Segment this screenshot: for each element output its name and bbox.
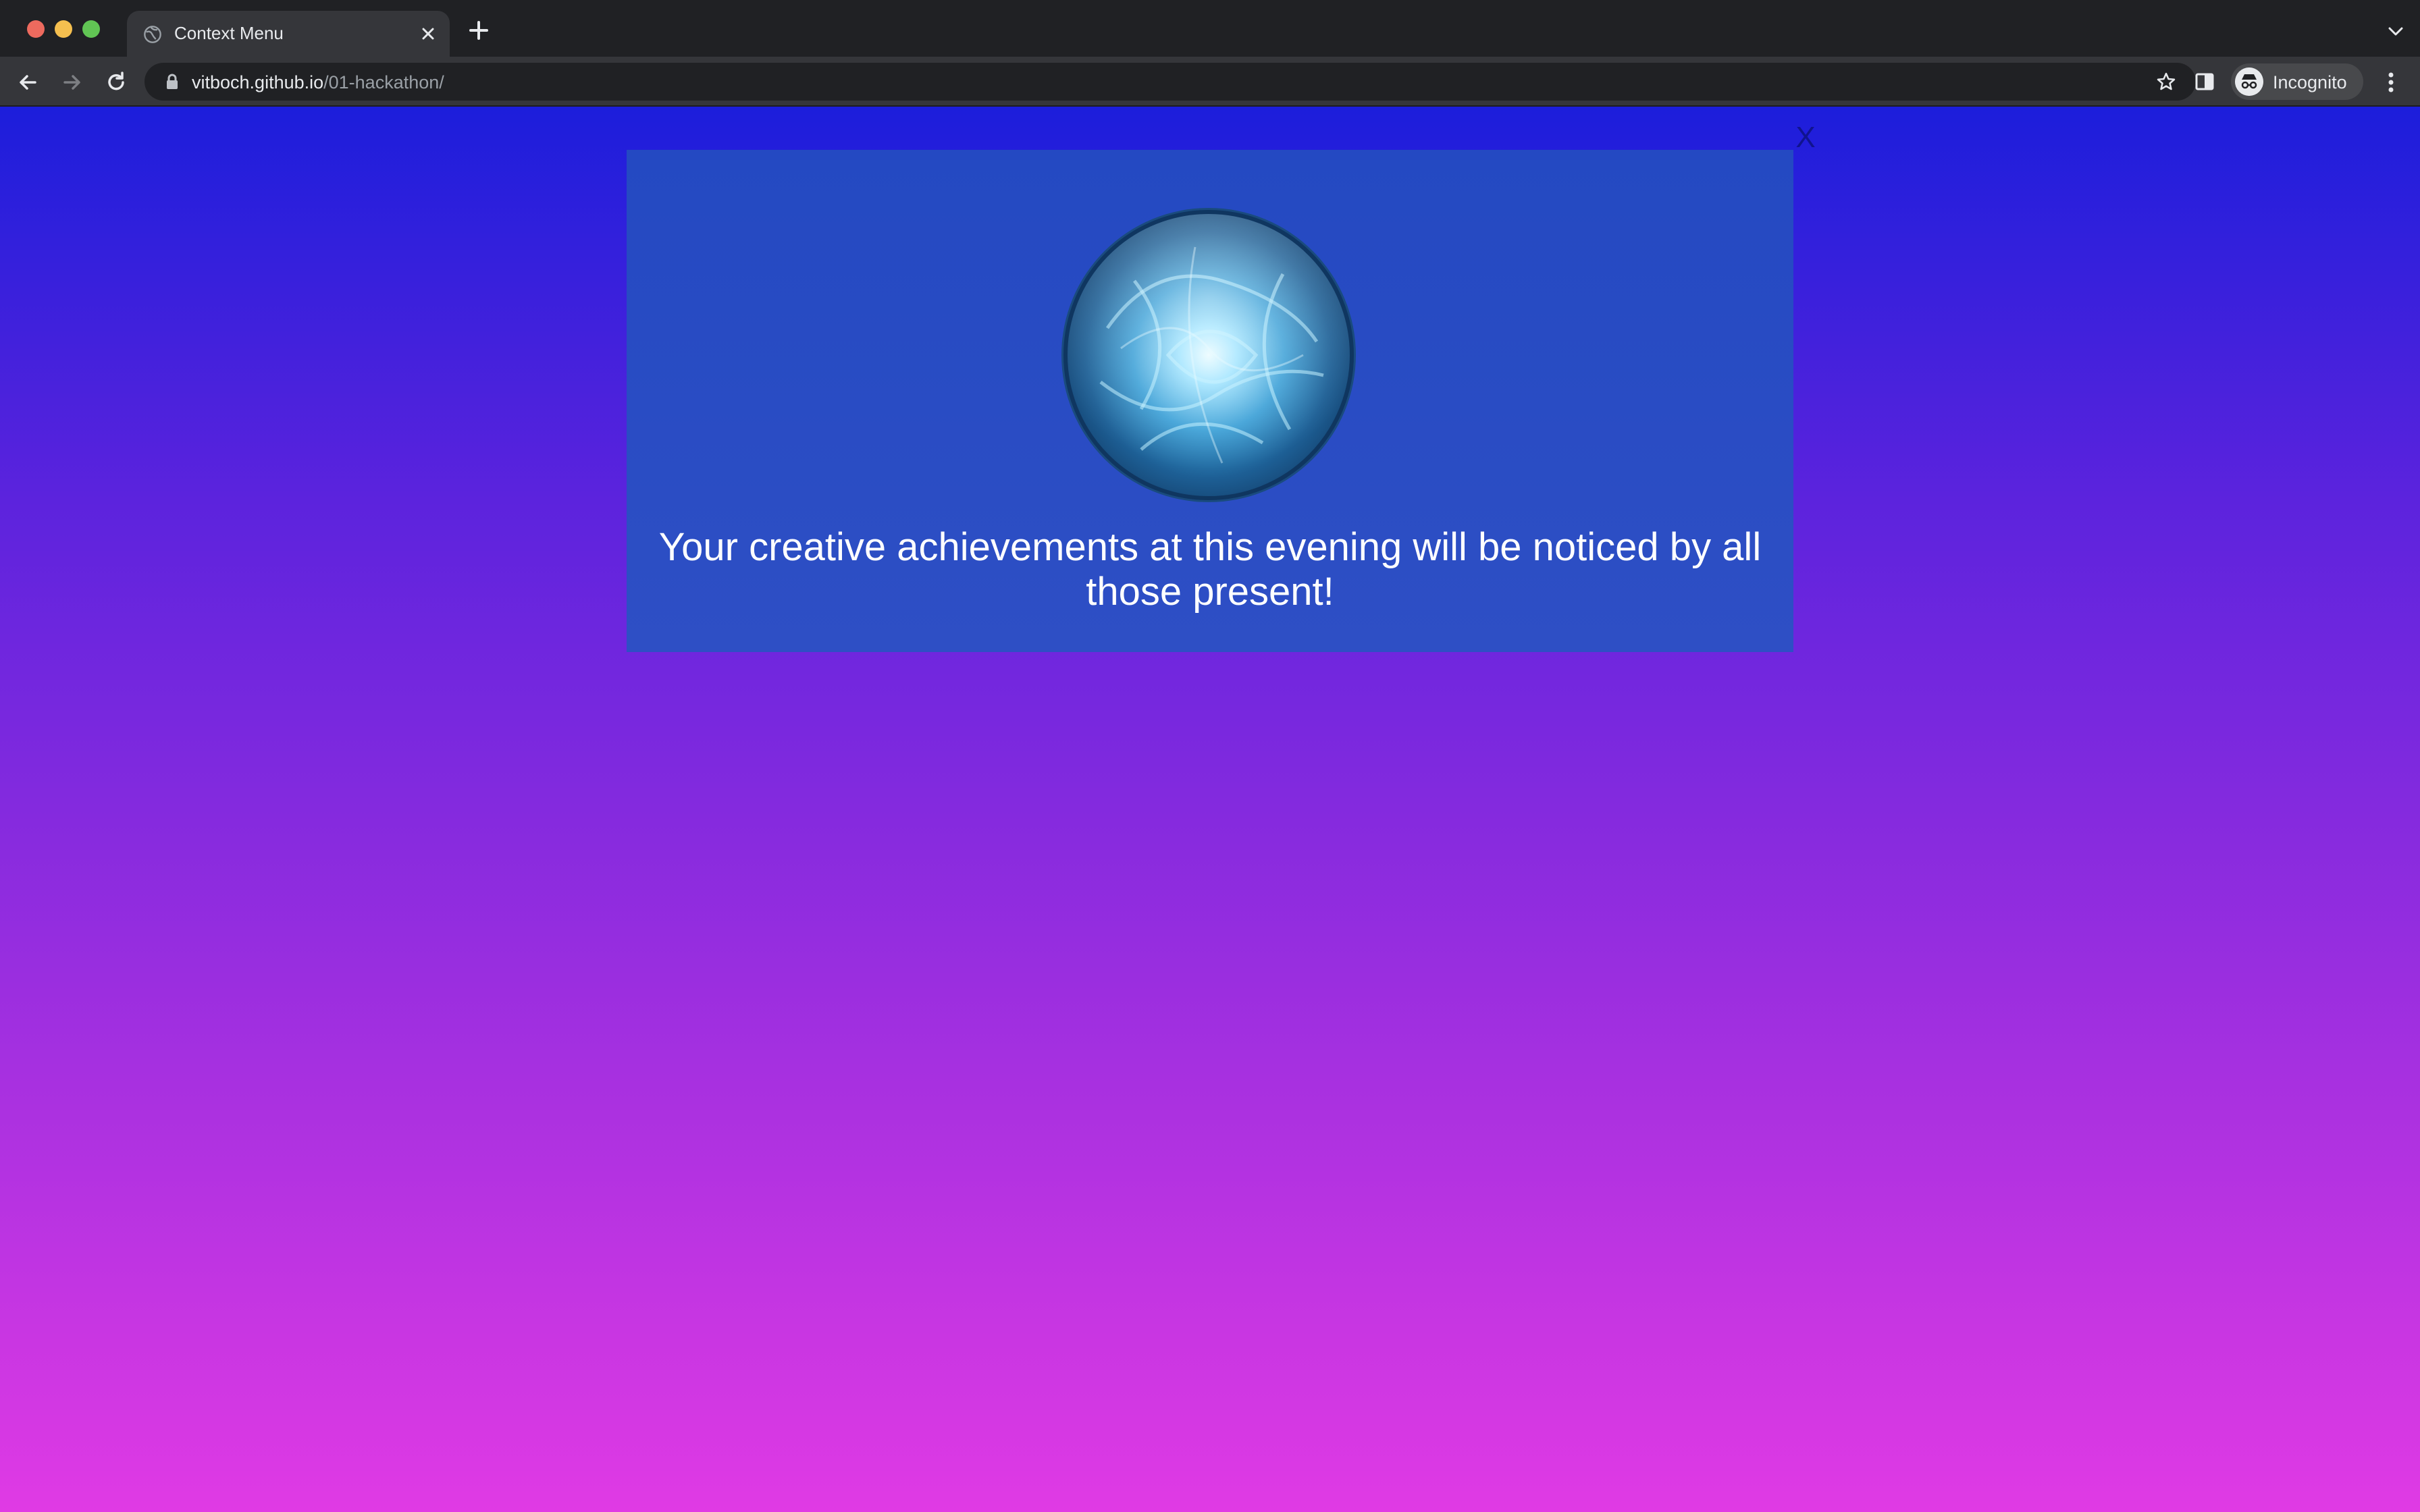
profile-button[interactable]: Incognito: [2231, 63, 2363, 100]
plus-icon: [469, 21, 488, 40]
url-host: vitboch.github.io: [192, 72, 324, 92]
back-button[interactable]: [15, 69, 42, 96]
crystal-orb-image: [1061, 208, 1356, 502]
bookmark-star-icon[interactable]: [2155, 71, 2177, 92]
reload-icon: [108, 72, 124, 90]
incognito-icon: [2235, 68, 2263, 96]
more-vert-icon[interactable]: [2379, 69, 2402, 96]
close-tab-button[interactable]: [419, 24, 438, 43]
side-panel-icon[interactable]: [2193, 70, 2216, 93]
url-text[interactable]: vitboch.github.io/01-hackathon/: [192, 72, 444, 93]
close-icon: [422, 28, 434, 40]
address-bar[interactable]: vitboch.github.io/01-hackathon/: [144, 63, 2196, 101]
close-popup-button[interactable]: X: [1793, 122, 1818, 154]
browser-toolbar: vitboch.github.io/01-hackathon/ Incognit…: [0, 57, 2420, 107]
chevron-down-icon: [2388, 27, 2403, 36]
reload-button[interactable]: [103, 69, 130, 96]
close-window-button[interactable]: [27, 20, 45, 38]
tab-search-button[interactable]: [2385, 20, 2406, 42]
url-path: /01-hackathon/: [323, 72, 444, 92]
arrow-left-icon: [20, 75, 36, 90]
new-tab-button[interactable]: [467, 19, 490, 42]
globe-icon: [144, 26, 161, 43]
arrow-right-icon: [63, 75, 80, 90]
browser-tab-active[interactable]: Context Menu: [127, 11, 450, 57]
minimize-window-button[interactable]: [55, 20, 72, 38]
message-popup: Your creative achievements at this eveni…: [627, 150, 1793, 652]
lock-icon[interactable]: [165, 74, 180, 90]
tab-title: Context Menu: [174, 23, 284, 43]
page-viewport: Your creative achievements at this eveni…: [0, 107, 2420, 1512]
popup-message: Your creative achievements at this eveni…: [658, 525, 1762, 614]
forward-button[interactable]: [58, 69, 85, 96]
profile-label: Incognito: [2273, 72, 2347, 92]
maximize-window-button[interactable]: [82, 20, 100, 38]
tab-strip: Context Menu: [0, 0, 2420, 57]
